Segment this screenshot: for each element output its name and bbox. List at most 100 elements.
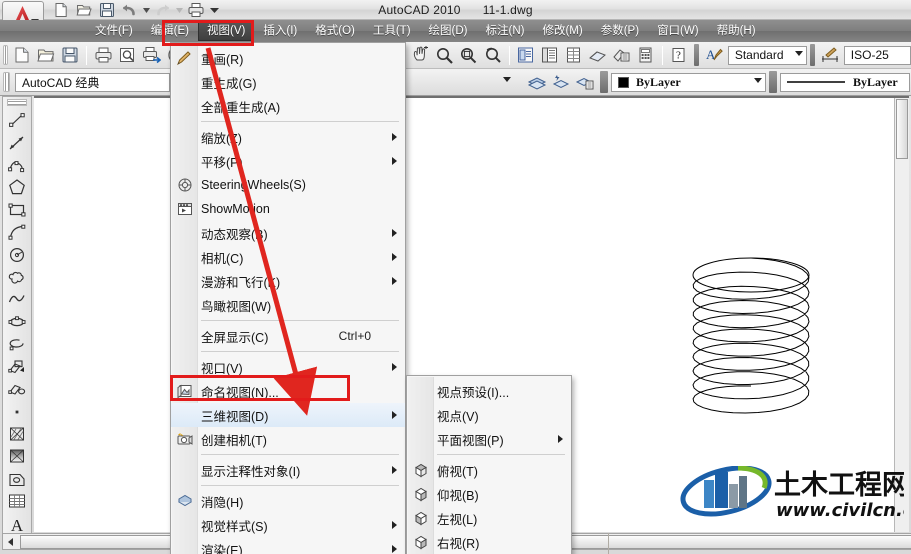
properties-palette-icon[interactable] bbox=[514, 44, 538, 67]
zoom-window-icon[interactable] bbox=[457, 44, 481, 67]
plot-icon[interactable] bbox=[185, 1, 206, 20]
text-style-icon[interactable]: A bbox=[702, 44, 726, 67]
menu-tools[interactable]: 工具(T) bbox=[364, 21, 420, 41]
menu-item-clean-screen[interactable]: 全屏显示(C) Ctrl+0 bbox=[171, 324, 405, 348]
tool-palettes-icon[interactable] bbox=[562, 44, 586, 67]
plot-icon[interactable] bbox=[91, 44, 115, 67]
help-icon[interactable]: ? bbox=[667, 44, 691, 67]
workspace-secondary-combo[interactable] bbox=[485, 73, 525, 92]
open-file-icon[interactable] bbox=[73, 1, 94, 20]
new-file-icon[interactable] bbox=[10, 44, 34, 67]
menu-item-camera[interactable]: 相机(C) bbox=[171, 245, 405, 269]
hatch-tool-icon[interactable] bbox=[4, 423, 30, 445]
rectangle-tool-icon[interactable] bbox=[4, 199, 30, 221]
menu-item-pan[interactable]: 平移(P) bbox=[171, 149, 405, 173]
dimension-style-combo[interactable]: ISO-25 bbox=[843, 45, 911, 65]
menu-item-create-camera[interactable]: 创建相机(T) bbox=[171, 427, 405, 451]
view-dropdown-menu[interactable]: 重画(R) 重生成(G) 全部重生成(A) 缩放(Z) 平移(P) SteeringWhe… bbox=[170, 42, 406, 554]
menu-item-walk-fly[interactable]: 漫游和飞行(K) bbox=[171, 269, 405, 293]
construction-line-tool-icon[interactable] bbox=[4, 131, 30, 153]
pan-realtime-icon[interactable] bbox=[409, 44, 433, 67]
menu-parametric[interactable]: 参数(P) bbox=[592, 21, 648, 41]
toolbar-grip[interactable] bbox=[7, 99, 27, 106]
layer-previous-icon[interactable] bbox=[549, 71, 573, 94]
toolbar-grip[interactable] bbox=[600, 71, 608, 93]
toolbar-grip[interactable] bbox=[3, 72, 10, 92]
arc-tool-icon[interactable] bbox=[4, 221, 30, 243]
menu-dimension[interactable]: 标注(N) bbox=[477, 21, 534, 41]
menu-item-showmotion[interactable]: ShowMotion bbox=[171, 197, 405, 221]
submenu-item-viewpoint[interactable]: 视点(V) bbox=[407, 403, 571, 427]
sheet-set-icon[interactable] bbox=[586, 44, 610, 67]
menu-item-hide[interactable]: 消隐(H) bbox=[171, 489, 405, 513]
layer-properties-icon[interactable] bbox=[525, 71, 549, 94]
region-tool-icon[interactable] bbox=[4, 468, 30, 490]
redo-icon[interactable] bbox=[152, 1, 173, 20]
menu-item-orbit[interactable]: 动态观察(B) bbox=[171, 221, 405, 245]
menu-help[interactable]: 帮助(H) bbox=[708, 21, 765, 41]
menu-item-regen-all[interactable]: 全部重生成(A) bbox=[171, 94, 405, 118]
markup-manager-icon[interactable] bbox=[610, 44, 634, 67]
chevron-down-icon[interactable] bbox=[503, 76, 511, 82]
polyline-tool-icon[interactable] bbox=[4, 154, 30, 176]
menu-file[interactable]: 文件(F) bbox=[86, 21, 142, 41]
spline-tool-icon[interactable] bbox=[4, 288, 30, 310]
menu-draw[interactable]: 绘图(D) bbox=[420, 21, 477, 41]
submenu-item-plan-view[interactable]: 平面视图(P) bbox=[407, 427, 571, 451]
submenu-item-bottom-view[interactable]: 仰视(B) bbox=[407, 482, 571, 506]
linetype-combo[interactable]: ByLayer bbox=[780, 72, 910, 92]
layer-combo[interactable]: ByLayer bbox=[611, 72, 766, 92]
menu-item-annotative-obj[interactable]: 显示注释性对象(I) bbox=[171, 458, 405, 482]
menu-item-render[interactable]: 渲染(E) bbox=[171, 537, 405, 554]
new-file-icon[interactable] bbox=[50, 1, 71, 20]
qat-more-icon[interactable] bbox=[208, 1, 220, 20]
point-tool-icon[interactable] bbox=[4, 400, 30, 422]
save-icon[interactable] bbox=[58, 44, 82, 67]
undo-icon[interactable] bbox=[119, 1, 140, 20]
toolbar-grip[interactable] bbox=[3, 45, 9, 65]
dimension-style-icon[interactable] bbox=[818, 44, 842, 67]
make-block-tool-icon[interactable] bbox=[4, 378, 30, 400]
toolbar-grip[interactable] bbox=[769, 71, 777, 93]
save-icon[interactable] bbox=[96, 1, 117, 20]
undo-dropdown-icon[interactable] bbox=[142, 1, 150, 20]
calculator-icon[interactable] bbox=[634, 44, 658, 67]
menu-item-regen[interactable]: 重生成(G) bbox=[171, 70, 405, 94]
chevron-down-icon[interactable] bbox=[754, 77, 762, 83]
chevron-down-icon[interactable] bbox=[794, 50, 803, 56]
menu-modify[interactable]: 修改(M) bbox=[533, 21, 591, 41]
redo-dropdown-icon[interactable] bbox=[175, 1, 183, 20]
publish-icon[interactable] bbox=[139, 44, 163, 67]
menu-item-visual-styles[interactable]: 视觉样式(S) bbox=[171, 513, 405, 537]
plot-preview-icon[interactable] bbox=[115, 44, 139, 67]
menu-item-3d-views[interactable]: 三维视图(D) bbox=[171, 403, 405, 427]
scrollbar-thumb[interactable] bbox=[896, 99, 908, 159]
ellipse-tool-icon[interactable] bbox=[4, 311, 30, 333]
workspace-combo[interactable]: AutoCAD 经典 bbox=[15, 72, 170, 92]
scroll-left-icon[interactable] bbox=[3, 534, 19, 549]
circle-tool-icon[interactable] bbox=[4, 243, 30, 265]
submenu-item-viewpoint-preset[interactable]: 视点预设(I)... bbox=[407, 379, 571, 403]
submenu-item-top-view[interactable]: 俯视(T) bbox=[407, 458, 571, 482]
layer-states-icon[interactable] bbox=[573, 71, 597, 94]
menu-insert[interactable]: 插入(I) bbox=[254, 21, 306, 41]
insert-block-tool-icon[interactable] bbox=[4, 356, 30, 378]
zoom-realtime-icon[interactable] bbox=[433, 44, 457, 67]
toolbar-grip[interactable] bbox=[693, 44, 699, 66]
polygon-tool-icon[interactable] bbox=[4, 176, 30, 198]
menu-window[interactable]: 窗口(W) bbox=[648, 21, 708, 41]
toolbar-grip[interactable] bbox=[809, 44, 815, 66]
text-style-combo[interactable]: Standard bbox=[727, 45, 807, 65]
menu-item-zoom[interactable]: 缩放(Z) bbox=[171, 125, 405, 149]
table-tool-icon[interactable] bbox=[4, 490, 30, 512]
threed-views-submenu[interactable]: 视点预设(I)... 视点(V) 平面视图(P) 俯视(T) 仰视(B) 左视(L) 右视(… bbox=[406, 375, 572, 554]
multiline-text-tool-icon[interactable]: A bbox=[4, 512, 30, 534]
menu-item-steeringwheels[interactable]: SteeringWheels(S) bbox=[171, 173, 405, 197]
menu-format[interactable]: 格式(O) bbox=[306, 21, 364, 41]
designcenter-icon[interactable] bbox=[538, 44, 562, 67]
revcloud-tool-icon[interactable] bbox=[4, 266, 30, 288]
gradient-tool-icon[interactable] bbox=[4, 445, 30, 467]
submenu-item-left-view[interactable]: 左视(L) bbox=[407, 506, 571, 530]
ellipse-arc-tool-icon[interactable] bbox=[4, 333, 30, 355]
submenu-item-right-view[interactable]: 右视(R) bbox=[407, 530, 571, 554]
